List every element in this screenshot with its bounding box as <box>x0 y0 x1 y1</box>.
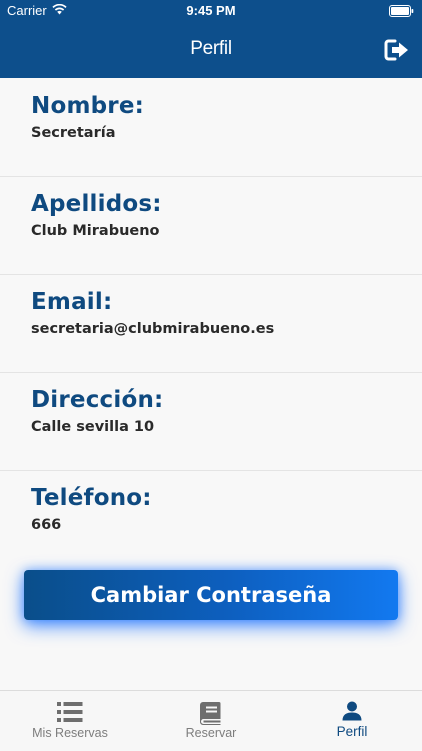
field-label: Teléfono: <box>31 485 152 511</box>
field-label: Dirección: <box>31 387 164 413</box>
sign-out-icon <box>384 39 408 61</box>
tab-label: Mis Reservas <box>32 726 108 740</box>
app-header: Carrier 9:45 PM Perfil <box>0 0 422 78</box>
tab-perfil[interactable]: Perfil <box>282 691 422 751</box>
field-label: Apellidos: <box>31 191 162 217</box>
field-value: Calle sevilla 10 <box>31 419 155 435</box>
tab-mis-reservas[interactable]: Mis Reservas <box>0 691 140 751</box>
logout-button[interactable] <box>384 39 410 61</box>
field-value: Secretaría <box>31 125 116 141</box>
change-password-button[interactable]: Cambiar Contraseña <box>24 570 398 620</box>
tab-label: Reservar <box>185 726 237 740</box>
page-title: Perfil <box>190 38 232 59</box>
book-icon <box>141 701 281 727</box>
list-icon <box>0 701 140 727</box>
field-label: Nombre: <box>31 93 145 119</box>
field-telefono: Teléfono: 666 <box>0 471 422 568</box>
tab-reservar[interactable]: Reservar <box>141 691 281 751</box>
field-direccion: Dirección: Calle sevilla 10 <box>0 373 422 471</box>
field-email: Email: secretaria@clubmirabueno.es <box>0 275 422 373</box>
tab-bar: Mis Reservas Reservar Perfil <box>0 690 422 751</box>
status-bar: Carrier 9:45 PM <box>0 0 422 22</box>
battery-icon <box>389 5 414 21</box>
field-apellidos: Apellidos: Club Mirabueno <box>0 177 422 275</box>
field-nombre: Nombre: Secretaría <box>0 79 422 177</box>
clock: 9:45 PM <box>186 3 236 18</box>
field-label: Email: <box>31 289 113 315</box>
tab-label: Perfil <box>336 724 368 739</box>
field-value: secretaria@clubmirabueno.es <box>31 321 275 337</box>
field-value: 666 <box>31 517 62 533</box>
field-value: Club Mirabueno <box>31 223 160 239</box>
